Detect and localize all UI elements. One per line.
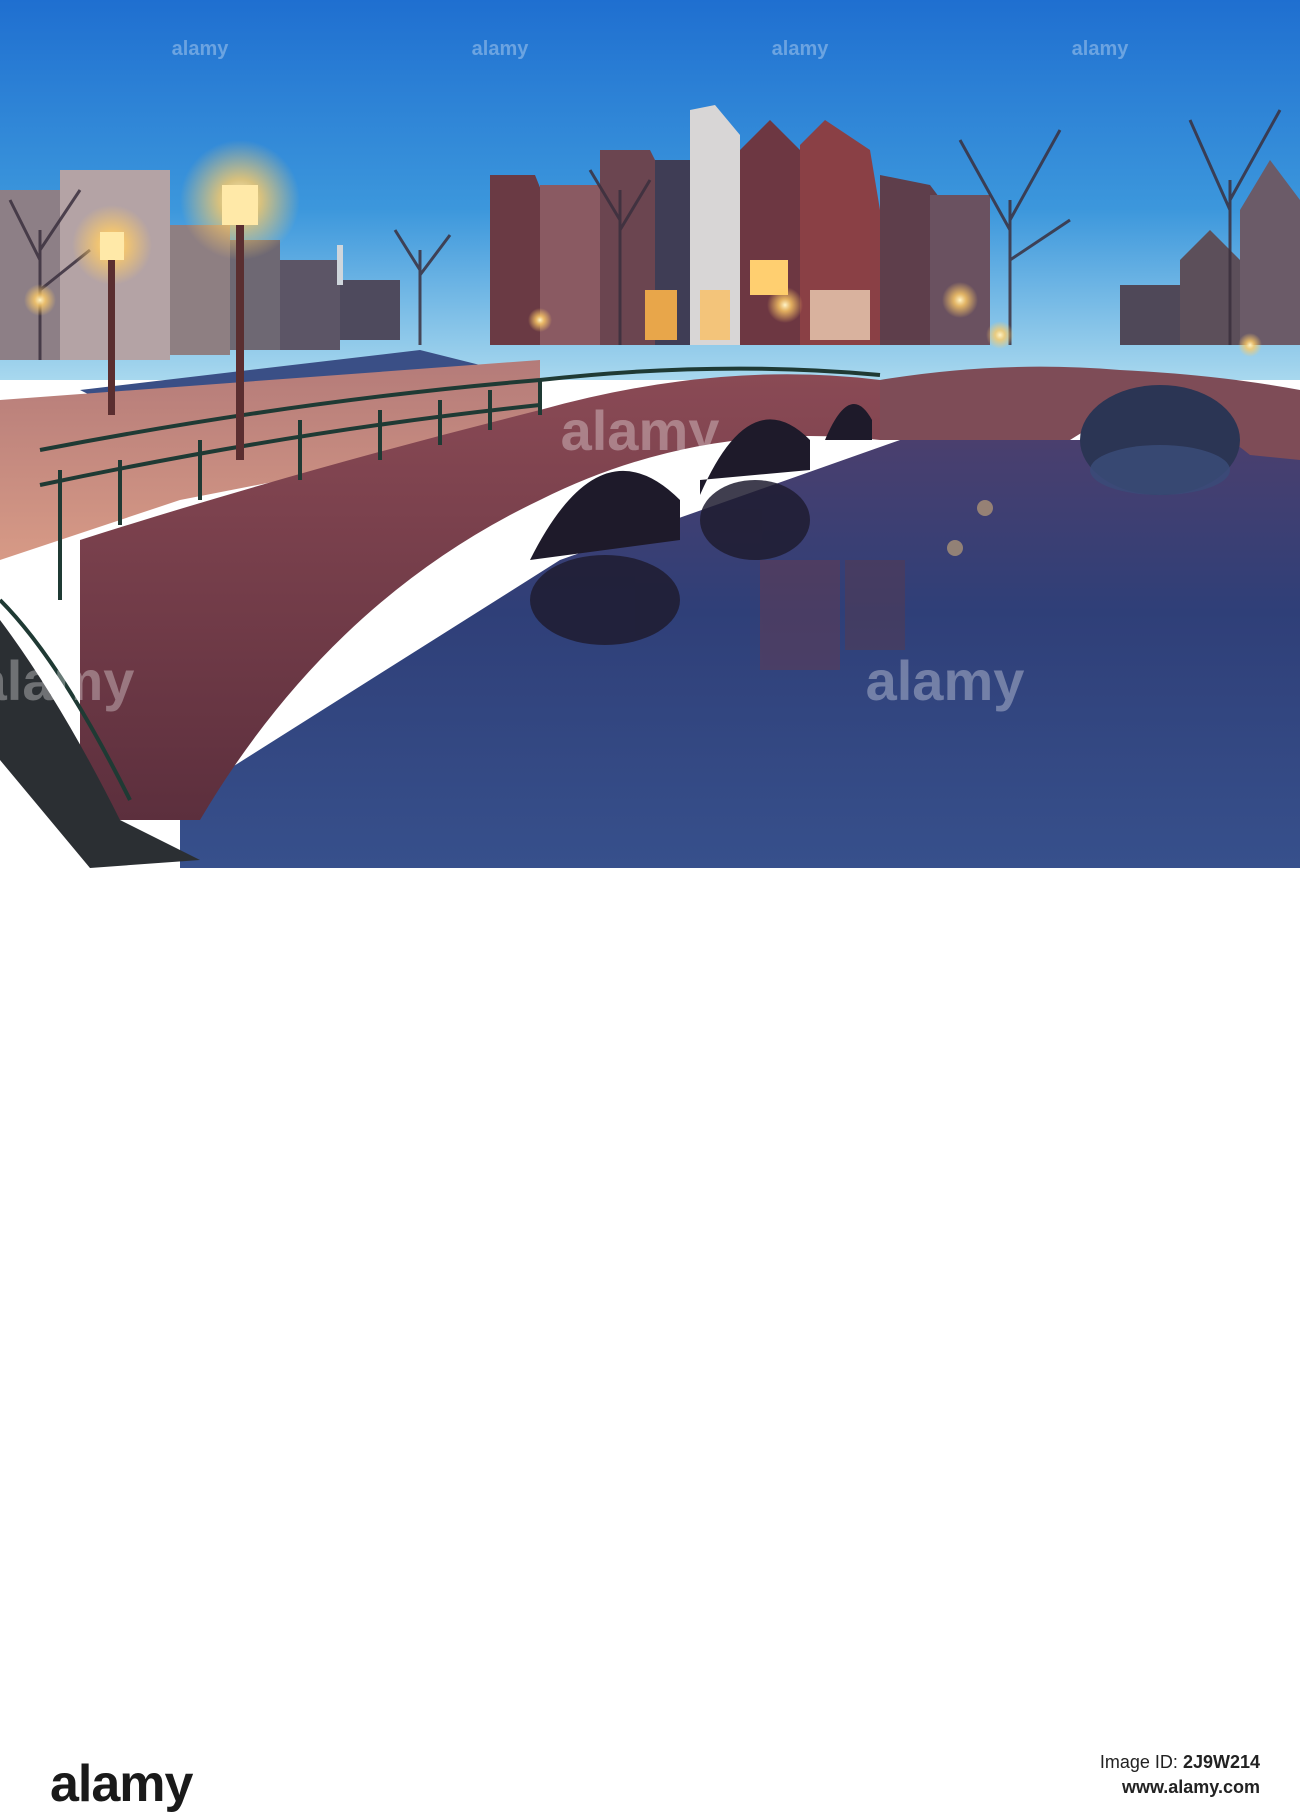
watermark-small: alamy	[172, 38, 230, 60]
watermark-small: alamy	[472, 38, 530, 60]
alamy-logo[interactable]: alamy	[50, 1754, 193, 1814]
image-url[interactable]: www.alamy.com	[1122, 1777, 1260, 1797]
watermark-small: alamy	[1072, 38, 1130, 60]
watermark-small: alamy	[772, 38, 830, 60]
image-meta: Image ID: 2J9W214 www.alamy.com	[1100, 1752, 1260, 1798]
watermark-right: alamy	[866, 649, 1025, 712]
image-id: 2J9W214	[1182, 1752, 1260, 1772]
watermark-left: alamy	[0, 649, 134, 712]
footer-bar: alamy Image ID: 2J9W214 www.alamy.com	[0, 868, 1300, 1813]
canal-night-photo: alamy alamy alamy alamy alamy alamy alam…	[0, 0, 1300, 868]
watermark-center: alamy	[561, 399, 720, 462]
image-id-label: Image ID:	[1099, 1752, 1178, 1772]
